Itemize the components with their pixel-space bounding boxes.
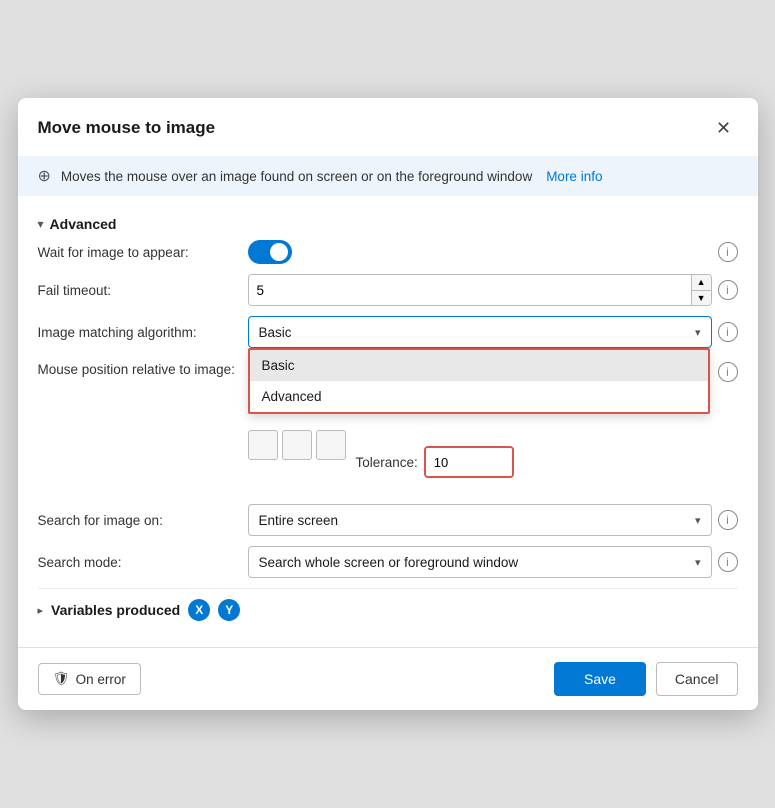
close-button[interactable]: ✕ bbox=[710, 114, 738, 142]
wait-for-image-toggle[interactable] bbox=[248, 240, 292, 264]
title-bar: Move mouse to image ✕ bbox=[18, 98, 758, 156]
fail-timeout-row: Fail timeout: ▲ ▼ i bbox=[38, 274, 738, 306]
dialog-body: ▾ Advanced Wait for image to appear: i F… bbox=[18, 196, 758, 647]
pos-mid-left[interactable] bbox=[248, 430, 278, 460]
search-mode-label: Search mode: bbox=[38, 555, 248, 570]
variables-row: ▸ Variables produced X Y bbox=[38, 588, 738, 631]
fail-timeout-control: ▲ ▼ bbox=[248, 274, 712, 306]
search-mode-dropdown[interactable]: Search whole screen or foreground window… bbox=[248, 546, 712, 578]
shield-icon: 🛡 bbox=[53, 671, 70, 687]
toggle-knob bbox=[270, 243, 288, 261]
position-grid-bottom bbox=[248, 430, 346, 494]
search-image-on-control: Entire screen ▾ bbox=[248, 504, 712, 536]
variables-label: Variables produced bbox=[51, 602, 180, 618]
tolerance-label: Tolerance: bbox=[356, 455, 418, 470]
cancel-button[interactable]: Cancel bbox=[656, 662, 738, 696]
search-mode-info-icon[interactable]: i bbox=[718, 552, 738, 572]
tolerance-input-wrap: ▲ ▼ bbox=[424, 446, 514, 478]
fail-timeout-input[interactable] bbox=[249, 275, 691, 305]
variable-badge-y: Y bbox=[218, 599, 240, 621]
footer-actions: Save Cancel bbox=[554, 662, 738, 696]
save-button[interactable]: Save bbox=[554, 662, 646, 696]
search-image-on-dropdown[interactable]: Entire screen ▾ bbox=[248, 504, 712, 536]
search-image-on-row: Search for image on: Entire screen ▾ i bbox=[38, 504, 738, 536]
search-image-on-info-icon[interactable]: i bbox=[718, 510, 738, 530]
footer: 🛡 On error Save Cancel bbox=[18, 647, 758, 710]
fail-timeout-down[interactable]: ▼ bbox=[692, 290, 711, 306]
fail-timeout-label: Fail timeout: bbox=[38, 283, 248, 298]
image-matching-dropdown[interactable]: Basic ▾ bbox=[248, 316, 712, 348]
wait-for-image-row: Wait for image to appear: i bbox=[38, 240, 738, 264]
fail-timeout-spinner: ▲ ▼ bbox=[691, 275, 711, 305]
image-matching-row: Image matching algorithm: Basic ▾ i Basi… bbox=[38, 316, 738, 348]
advanced-section-title: Advanced bbox=[50, 216, 117, 232]
image-matching-value: Basic bbox=[259, 325, 695, 340]
pos-mid-right[interactable] bbox=[316, 430, 346, 460]
mouse-position-label: Mouse position relative to image: bbox=[38, 362, 248, 377]
variables-chevron[interactable]: ▸ bbox=[38, 604, 44, 617]
image-matching-label: Image matching algorithm: bbox=[38, 325, 248, 340]
image-matching-arrow: ▾ bbox=[695, 326, 701, 339]
tolerance-input[interactable] bbox=[426, 448, 514, 476]
on-error-button[interactable]: 🛡 On error bbox=[38, 663, 141, 695]
search-mode-control: Search whole screen or foreground window… bbox=[248, 546, 712, 578]
dialog-title: Move mouse to image bbox=[38, 118, 216, 138]
info-bar: ⊕ Moves the mouse over an image found on… bbox=[18, 156, 758, 196]
search-mode-arrow: ▾ bbox=[695, 556, 701, 569]
mouse-position-info-icon[interactable]: i bbox=[718, 362, 738, 382]
variable-badge-x: X bbox=[188, 599, 210, 621]
image-matching-info-icon[interactable]: i bbox=[718, 322, 738, 342]
wait-for-image-control bbox=[248, 240, 712, 264]
option-advanced[interactable]: Advanced bbox=[250, 381, 708, 412]
wait-for-image-info-icon[interactable]: i bbox=[718, 242, 738, 262]
advanced-chevron: ▾ bbox=[38, 217, 44, 231]
fail-timeout-up[interactable]: ▲ bbox=[692, 275, 711, 290]
info-bar-text: Moves the mouse over an image found on s… bbox=[61, 169, 532, 184]
search-image-on-value: Entire screen bbox=[259, 513, 695, 528]
search-mode-row: Search mode: Search whole screen or fore… bbox=[38, 546, 738, 578]
wait-for-image-label: Wait for image to appear: bbox=[38, 245, 248, 260]
more-info-link[interactable]: More info bbox=[546, 169, 602, 184]
image-matching-control: Basic ▾ bbox=[248, 316, 712, 348]
search-image-on-label: Search for image on: bbox=[38, 513, 248, 528]
mouse-icon: ⊕ bbox=[38, 166, 51, 186]
pos-mid-center[interactable] bbox=[282, 430, 312, 460]
advanced-section-header[interactable]: ▾ Advanced bbox=[38, 206, 738, 240]
fail-timeout-input-wrap: ▲ ▼ bbox=[248, 274, 712, 306]
image-matching-dropdown-list: Basic Advanced bbox=[248, 348, 710, 414]
search-mode-value: Search whole screen or foreground window bbox=[259, 555, 695, 570]
search-image-on-arrow: ▾ bbox=[695, 514, 701, 527]
option-basic[interactable]: Basic bbox=[250, 350, 708, 381]
fail-timeout-info-icon[interactable]: i bbox=[718, 280, 738, 300]
dialog: Move mouse to image ✕ ⊕ Moves the mouse … bbox=[18, 98, 758, 710]
on-error-label: On error bbox=[76, 672, 126, 687]
